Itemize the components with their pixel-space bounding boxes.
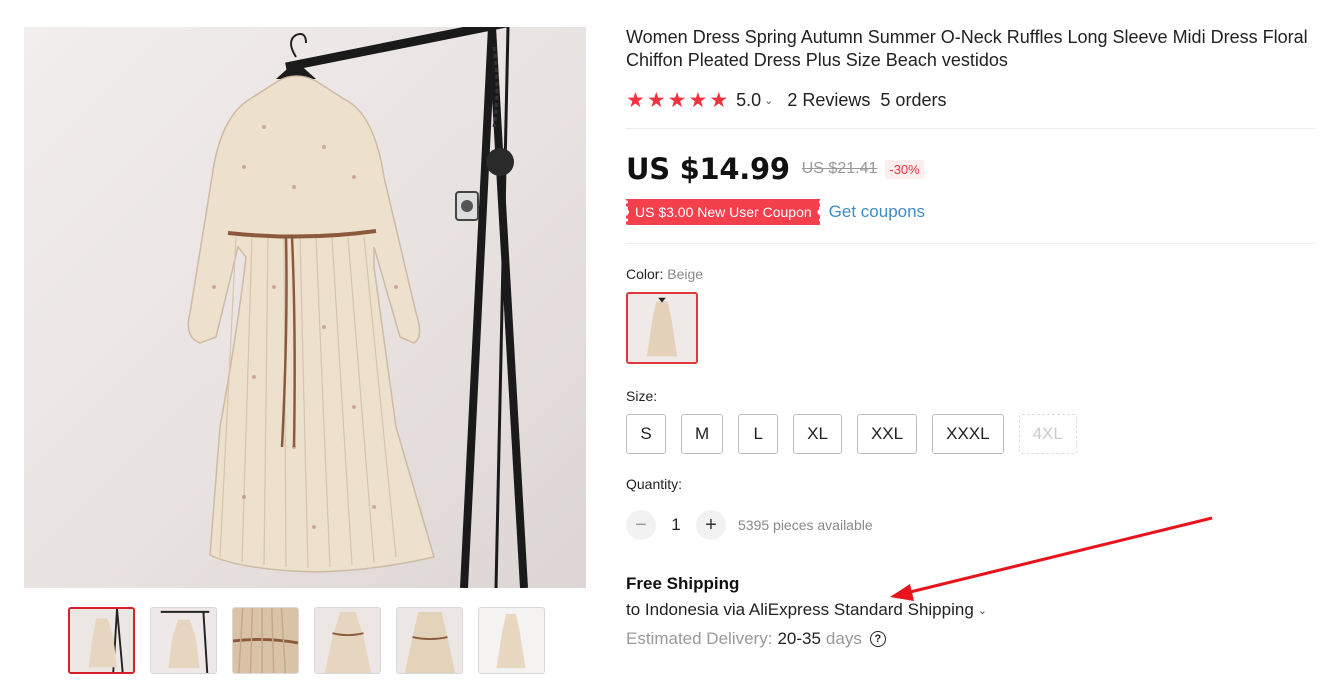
chevron-down-icon: ⌄	[977, 604, 987, 617]
reviews-link[interactable]: 2 Reviews	[787, 90, 870, 111]
size-label: Size:	[626, 388, 658, 404]
size-option-m[interactable]: M	[681, 414, 724, 454]
product-info: Women Dress Spring Autumn Summer O-Neck …	[625, 26, 1316, 649]
color-swatch-beige[interactable]	[626, 292, 698, 364]
size-option-xl[interactable]: XL	[793, 414, 842, 454]
minus-icon[interactable]: −	[626, 510, 656, 540]
size-options: S M L XL XXL XXXL 4XL	[626, 414, 1316, 454]
quantity-input[interactable]: 1	[656, 515, 696, 535]
product-title: Women Dress Spring Autumn Summer O-Neck …	[626, 27, 1308, 70]
get-coupons-link[interactable]: Get coupons	[829, 202, 925, 222]
delivery-label: Estimated Delivery:	[626, 629, 773, 648]
size-option-l[interactable]: L	[738, 414, 779, 454]
new-user-coupon[interactable]: US $3.00 New User Coupon	[625, 199, 822, 225]
rating-value[interactable]: 5.0	[736, 90, 761, 111]
delivery-range: 20-35	[777, 629, 821, 648]
original-price: US $21.41	[801, 160, 878, 177]
shipping-route: to Indonesia via AliExpress Standard Shi…	[626, 600, 974, 619]
coupon-label: US $3.00 New User Coupon	[635, 204, 812, 220]
shipping-title: Free Shipping	[626, 574, 740, 593]
color-label: Color: Beige	[626, 266, 1316, 282]
thumbnail-6[interactable]	[478, 607, 545, 674]
thumbnail-4[interactable]	[314, 607, 381, 674]
estimated-delivery: Estimated Delivery: 20-35 days ?	[626, 629, 1316, 649]
shipping-method-selector[interactable]: to Indonesia via AliExpress Standard Shi…	[626, 600, 1316, 620]
plus-icon[interactable]: +	[696, 510, 726, 540]
size-option-xxxl[interactable]: XXXL	[932, 414, 1004, 454]
price-row: US $14.99 US $21.41 -30%	[626, 151, 1316, 187]
delivery-unit: days	[825, 629, 862, 648]
chevron-down-icon[interactable]: ⌄	[764, 94, 773, 107]
divider	[626, 243, 1316, 244]
thumbnail-3[interactable]	[232, 607, 299, 674]
star-rating: ★ ★ ★ ★ ★	[626, 90, 728, 111]
thumbnail-5[interactable]	[396, 607, 463, 674]
size-option-4xl: 4XL	[1018, 414, 1077, 454]
size-option-xxl[interactable]: XXL	[856, 414, 918, 454]
color-label-text: Color:	[626, 266, 664, 282]
divider	[626, 128, 1316, 129]
thumbnail-2[interactable]	[150, 607, 217, 674]
star-icon: ★	[688, 88, 708, 112]
star-icon: ★	[709, 88, 729, 112]
stock-available: 5395 pieces available	[738, 517, 873, 533]
current-price: US $14.99	[626, 152, 790, 186]
quantity-label: Quantity:	[626, 476, 683, 492]
help-icon[interactable]: ?	[869, 631, 886, 647]
thumbnail-strip	[68, 607, 545, 674]
coupon-row: US $3.00 New User Coupon Get coupons	[625, 199, 1316, 225]
star-icon: ★	[646, 88, 666, 112]
main-product-image[interactable]	[24, 27, 586, 588]
quantity-stepper: − 1 + 5395 pieces available	[626, 510, 1316, 540]
star-icon: ★	[667, 88, 687, 112]
selected-color: Beige	[667, 266, 704, 282]
discount-badge: -30%	[885, 159, 924, 179]
orders-count: 5 orders	[880, 89, 947, 110]
size-option-s[interactable]: S	[626, 414, 666, 454]
thumbnail-1[interactable]	[68, 607, 135, 674]
star-icon: ★	[626, 88, 645, 112]
rating-row: ★ ★ ★ ★ ★ 5.0 ⌄ 2 Reviews 5 orders	[626, 88, 1316, 112]
